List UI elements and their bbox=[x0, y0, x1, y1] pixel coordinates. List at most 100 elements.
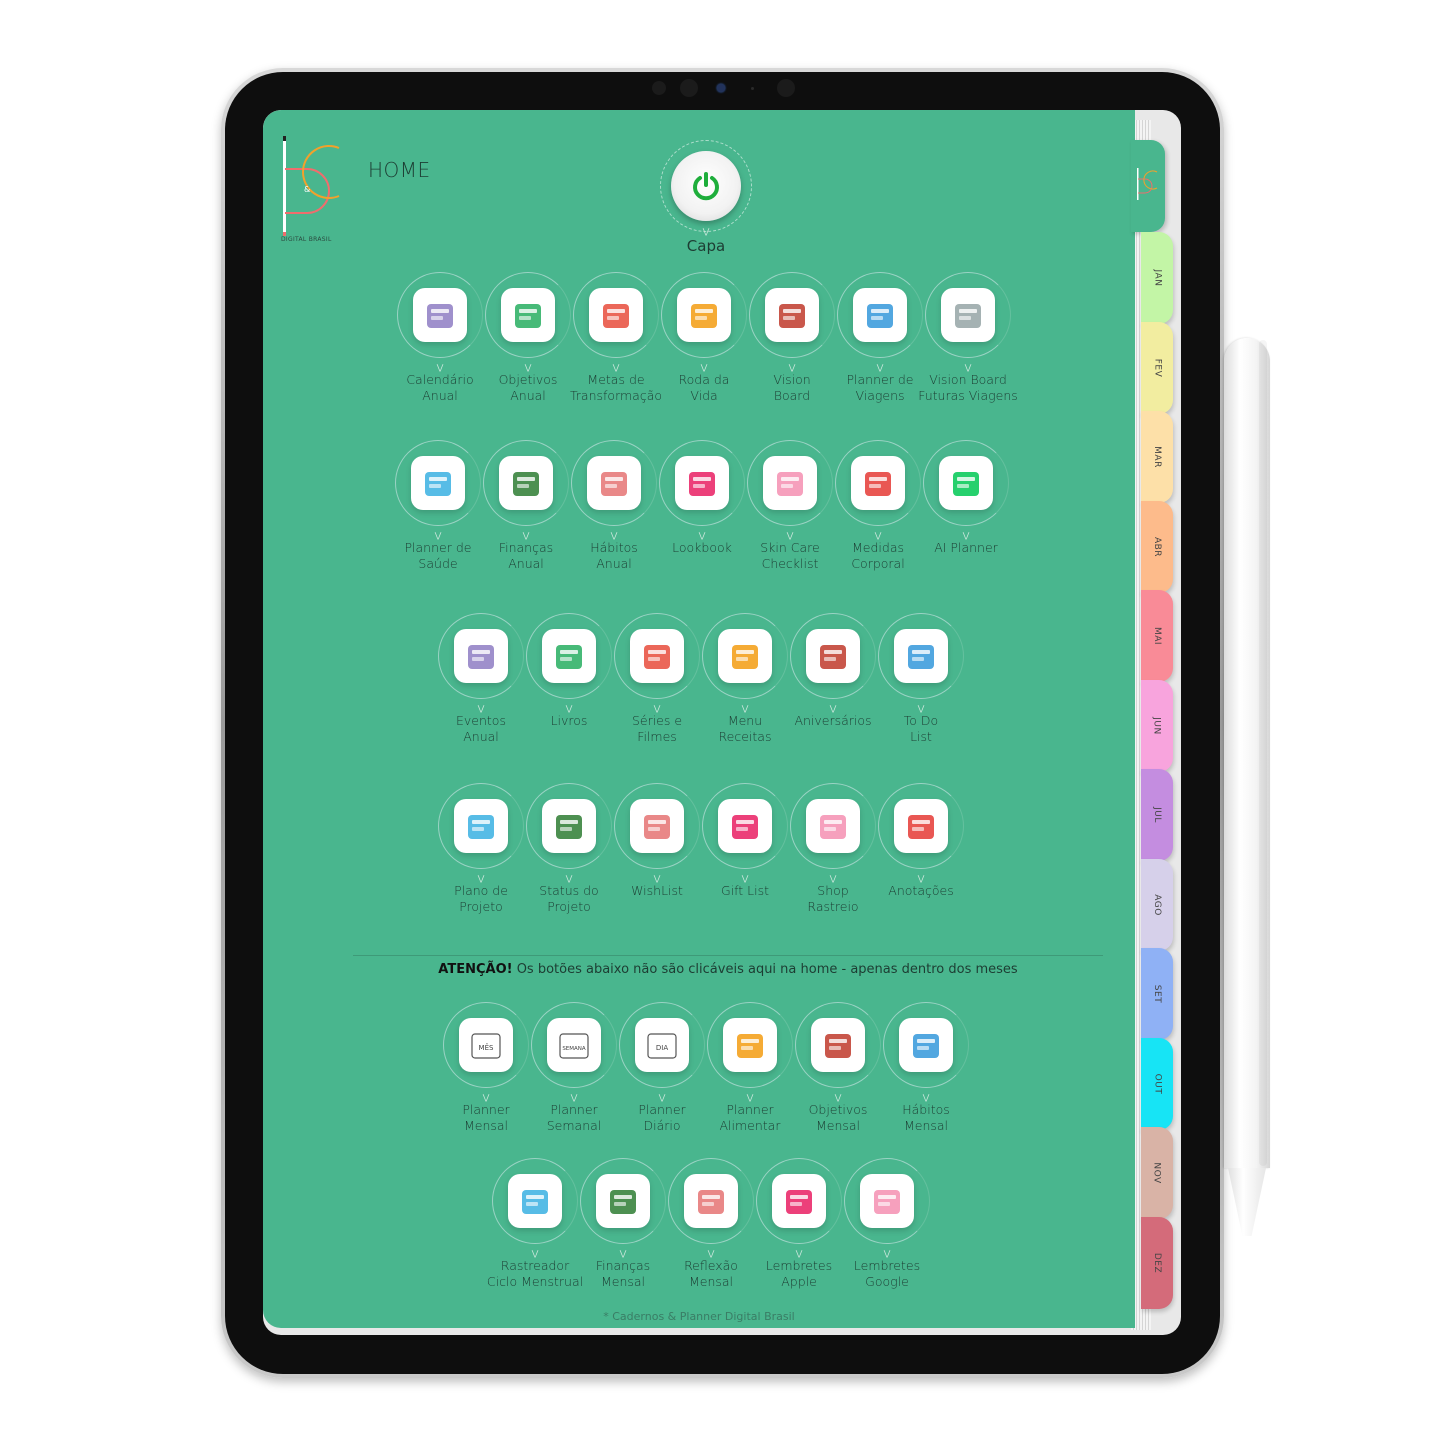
nav-item-button[interactable] bbox=[765, 288, 819, 342]
calendar-grid-icon bbox=[427, 304, 453, 328]
nav-item-button[interactable] bbox=[630, 799, 684, 853]
page-title: HOME bbox=[368, 158, 431, 182]
nav-item-button[interactable] bbox=[860, 1174, 914, 1228]
nav-item-label: Hábitos Mensal bbox=[902, 1102, 950, 1133]
brand-logo-icon bbox=[1137, 168, 1158, 200]
chevron-down-icon: ⋁ bbox=[746, 1093, 754, 1102]
month-tab-abr[interactable]: ABR bbox=[1141, 500, 1173, 593]
home-tab[interactable] bbox=[1131, 140, 1165, 232]
nav-item-button[interactable] bbox=[939, 456, 993, 510]
nav-item[interactable]: ⋁ Vision Board Futuras Viagens bbox=[918, 272, 1018, 422]
month-tab-label: ABR bbox=[1152, 536, 1162, 557]
hanger-icon bbox=[689, 472, 715, 496]
nav-item-button[interactable] bbox=[630, 629, 684, 683]
notepad-icon bbox=[908, 815, 934, 839]
nav-item[interactable]: ⋁ Hábitos Mensal bbox=[881, 1002, 971, 1152]
nav-item-button[interactable]: DIA bbox=[635, 1018, 689, 1072]
month-tab-label: FEV bbox=[1152, 358, 1162, 377]
nav-item-button[interactable] bbox=[718, 629, 772, 683]
month-tab-jul[interactable]: JUL bbox=[1141, 769, 1173, 861]
nav-item-button[interactable]: MÊS bbox=[459, 1018, 513, 1072]
nav-item[interactable]: ⋁ Medidas Corporal bbox=[833, 440, 923, 590]
nav-item-button[interactable] bbox=[413, 288, 467, 342]
chevron-down-icon: ⋁ bbox=[707, 1249, 715, 1258]
nav-item[interactable]: ⋁ To Do List bbox=[876, 613, 966, 763]
nav-item-button[interactable] bbox=[894, 799, 948, 853]
nav-item-button[interactable]: SEMANA bbox=[547, 1018, 601, 1072]
nav-item-button[interactable] bbox=[853, 288, 907, 342]
icon-row: ⋁ Calendário Anual ⋁ Objetivos Anual ⋁ Meta… bbox=[263, 272, 1135, 422]
notice-strong: ATENÇÃO! bbox=[438, 962, 513, 977]
month-tab-jan[interactable]: JAN bbox=[1141, 232, 1173, 324]
nav-item-button[interactable] bbox=[501, 288, 555, 342]
month-tab-out[interactable]: OUT bbox=[1141, 1037, 1173, 1130]
nav-item-button[interactable] bbox=[675, 456, 729, 510]
suitcase-icon bbox=[867, 304, 893, 328]
nav-item-button[interactable] bbox=[677, 288, 731, 342]
nav-item[interactable]: ⋁ Anotações bbox=[876, 783, 966, 933]
chevron-down-icon: ⋁ bbox=[619, 1249, 627, 1258]
notice-body: Os botões abaixo não são clicáveis aqui … bbox=[512, 962, 1018, 977]
nav-item-button[interactable] bbox=[899, 1018, 953, 1072]
nav-item-button[interactable] bbox=[589, 288, 643, 342]
nav-item-button[interactable] bbox=[542, 799, 596, 853]
nav-item-button[interactable] bbox=[851, 456, 905, 510]
nav-item[interactable]: ⋁ Shop Rastreio bbox=[788, 783, 878, 933]
nav-item-button[interactable] bbox=[806, 799, 860, 853]
month-tab-label: AGO bbox=[1152, 893, 1162, 916]
nav-item-button[interactable] bbox=[499, 456, 553, 510]
power-button[interactable] bbox=[671, 151, 741, 221]
chevron-down-icon: ⋁ bbox=[829, 874, 837, 883]
month-tab-mai[interactable]: MAI bbox=[1141, 590, 1173, 682]
nav-item-button[interactable] bbox=[718, 799, 772, 853]
month-tab-set[interactable]: SET bbox=[1141, 948, 1173, 1040]
nav-item[interactable]: ⋁ AI Planner bbox=[921, 440, 1011, 590]
nav-item-button[interactable] bbox=[763, 456, 817, 510]
nav-item-button[interactable] bbox=[454, 799, 508, 853]
chevron-down-icon: ⋁ bbox=[876, 363, 884, 372]
cover-button[interactable] bbox=[660, 140, 752, 232]
nav-item-button[interactable] bbox=[411, 456, 465, 510]
svg-text:&: & bbox=[304, 185, 310, 194]
camera-bar bbox=[640, 76, 800, 100]
chevron-down-icon: ⋁ bbox=[522, 531, 530, 540]
nav-item-button[interactable] bbox=[772, 1174, 826, 1228]
nav-item[interactable]: ⋁ WishList bbox=[612, 783, 702, 933]
nav-item-button[interactable] bbox=[723, 1018, 777, 1072]
bar-progress-icon bbox=[556, 815, 582, 839]
stylus-flat-side bbox=[1259, 340, 1267, 1166]
nav-item-button[interactable] bbox=[806, 629, 860, 683]
nav-item-button[interactable] bbox=[454, 629, 508, 683]
month-tab-dez[interactable]: DEZ bbox=[1141, 1216, 1173, 1309]
icon-row: ⋁ Plano de Projeto ⋁ Status do Projeto ⋁ Wi… bbox=[263, 783, 1135, 933]
nav-item-button[interactable] bbox=[894, 629, 948, 683]
cover-label[interactable]: Capa bbox=[653, 237, 759, 255]
month-tab-mar[interactable]: MAR bbox=[1141, 411, 1173, 503]
notice-text: ATENÇÃO! Os botões abaixo não são clicáv… bbox=[353, 962, 1103, 977]
month-tab-fev[interactable]: FEV bbox=[1141, 321, 1173, 414]
month-tab-label: DEZ bbox=[1151, 1252, 1162, 1273]
nav-item-button[interactable] bbox=[596, 1174, 650, 1228]
month-tab-nov[interactable]: NOV bbox=[1141, 1127, 1173, 1219]
nav-item[interactable]: ⋁ Status do Projeto bbox=[524, 783, 614, 933]
color-wheel-icon bbox=[691, 304, 717, 328]
calendar-month-icon: MÊS bbox=[471, 1033, 501, 1059]
nav-item-button[interactable] bbox=[587, 456, 641, 510]
nav-item-button[interactable] bbox=[941, 288, 995, 342]
nav-item-button[interactable] bbox=[684, 1174, 738, 1228]
nav-item-button[interactable] bbox=[811, 1018, 865, 1072]
month-tab-ago[interactable]: AGO bbox=[1141, 858, 1173, 951]
nav-item[interactable]: ⋁ Menu Receitas bbox=[700, 613, 790, 763]
nav-item-button[interactable] bbox=[508, 1174, 562, 1228]
chevron-down-icon: ⋁ bbox=[653, 704, 661, 713]
sensor-icon bbox=[751, 87, 754, 90]
month-tab-jun[interactable]: JUN bbox=[1141, 679, 1173, 772]
nav-item-button[interactable] bbox=[542, 629, 596, 683]
gift-bag-icon bbox=[732, 815, 758, 839]
nav-item[interactable]: ⋁ Lembretes Google bbox=[842, 1158, 932, 1308]
month-tab-label: NOV bbox=[1151, 1162, 1162, 1184]
nav-item[interactable]: ⋁ Eventos Anual bbox=[436, 613, 526, 763]
nav-item[interactable]: ⋁ Hábitos Anual bbox=[569, 440, 659, 590]
brand-logo-icon[interactable]: & bbox=[279, 134, 349, 244]
home-page: & DIGITAL BRASIL HOME ⋁ Capa ⋁ Calendário… bbox=[263, 110, 1135, 1328]
